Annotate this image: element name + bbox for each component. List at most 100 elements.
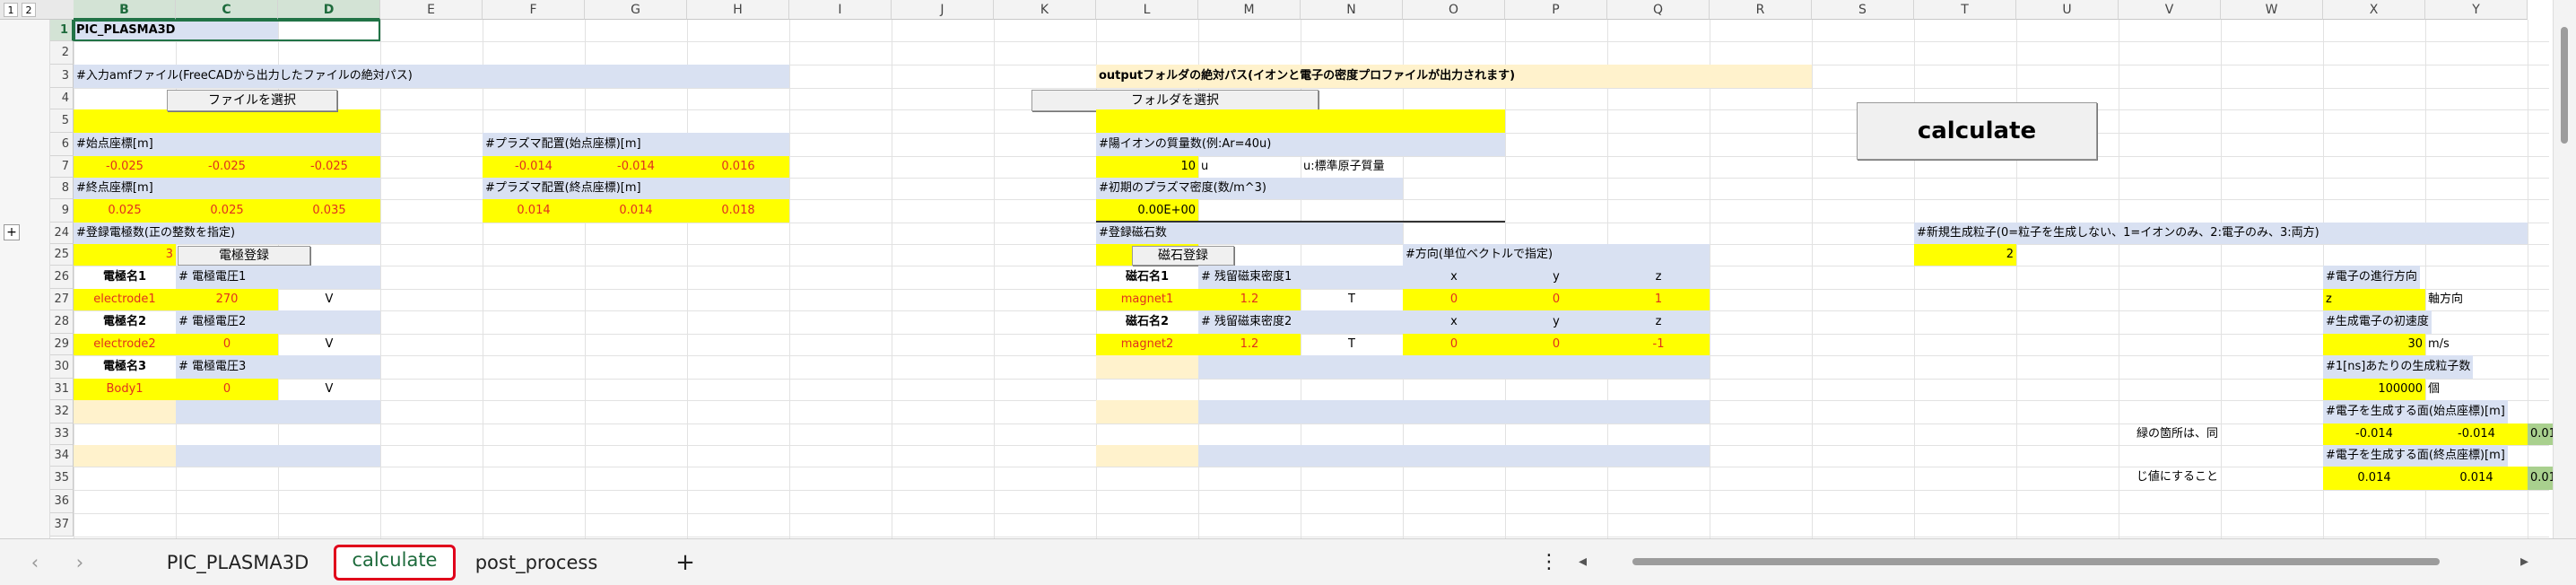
electron-rate-value[interactable]: 100000 bbox=[2323, 379, 2425, 400]
empty-peach-cell[interactable] bbox=[74, 400, 176, 423]
electrode-volt-1[interactable]: 270 bbox=[176, 289, 278, 310]
end-coord-2[interactable]: 0.035 bbox=[278, 199, 380, 223]
start-coord-2[interactable]: -0.025 bbox=[278, 156, 380, 178]
magnet-name-1[interactable]: magnet1 bbox=[1096, 289, 1198, 310]
plasma-end-label-cell[interactable]: #プラズマ配置(終点座標)[m] bbox=[483, 178, 789, 199]
row-header-29[interactable]: 29 bbox=[50, 334, 74, 355]
row-header-25[interactable]: 25 bbox=[50, 244, 74, 266]
row-header-34[interactable]: 34 bbox=[50, 445, 74, 467]
end-label-cell[interactable]: #終点座標[m] bbox=[74, 178, 380, 199]
magnet-dir-z-1[interactable]: 1 bbox=[1607, 289, 1710, 310]
tab-next-arrow-icon[interactable]: › bbox=[66, 546, 93, 579]
output-label-cell[interactable]: outputフォルダの絶対パス(イオンと電子の密度プロファイルが出力されます) bbox=[1096, 65, 1812, 88]
density-value[interactable]: 0.00E+00 bbox=[1096, 199, 1198, 223]
column-header-X[interactable]: X bbox=[2323, 0, 2425, 20]
column-header-I[interactable]: I bbox=[789, 0, 892, 20]
column-header-C[interactable]: C bbox=[176, 0, 278, 20]
density-label-cell[interactable]: #初期のプラズマ密度(数/m^3) bbox=[1096, 178, 1403, 199]
column-header-T[interactable]: T bbox=[1914, 0, 2016, 20]
row-header-3[interactable]: 3 bbox=[50, 65, 74, 88]
calculate-button[interactable]: calculate bbox=[1857, 102, 2097, 160]
magnets-label-cell[interactable]: #登録磁石数 bbox=[1096, 223, 1403, 244]
magnet-dir-y-2[interactable]: 0 bbox=[1505, 334, 1607, 355]
more-options-icon[interactable]: ⋮ bbox=[1536, 546, 1562, 579]
tab-prev-arrow-icon[interactable]: ‹ bbox=[22, 546, 48, 579]
spreadsheet-grid[interactable]: 12+ABCDEFGHIJKLMNOPQRSTUVWXY123456789242… bbox=[0, 0, 2576, 538]
electron-rate-label[interactable]: #1[ns]あたりの生成粒子数 bbox=[2323, 355, 2474, 379]
empty-band-cell[interactable] bbox=[1198, 355, 1710, 379]
magnet-dir-x-2[interactable]: 0 bbox=[1403, 334, 1505, 355]
electrode-name-2[interactable]: electrode2 bbox=[74, 334, 176, 355]
start-label-cell[interactable]: #始点座標[m] bbox=[74, 133, 380, 156]
row-header-24[interactable]: 24 bbox=[50, 223, 74, 244]
electron-speed-label[interactable]: #生成電子の初速度 bbox=[2323, 310, 2432, 334]
end-coord-1[interactable]: 0.025 bbox=[176, 199, 278, 223]
magnet-name-2[interactable]: magnet2 bbox=[1096, 334, 1198, 355]
column-header-S[interactable]: S bbox=[1812, 0, 1914, 20]
tab-pic-plasma3d[interactable]: PIC_PLASMA3D bbox=[152, 546, 323, 579]
column-header-R[interactable]: R bbox=[1710, 0, 1812, 20]
magnet-field-1[interactable]: 1.2 bbox=[1198, 289, 1301, 310]
electron-direction-label[interactable]: #電子の進行方向 bbox=[2323, 266, 2420, 289]
outline-level-1-button[interactable]: 1 bbox=[4, 3, 18, 17]
folder-select-button[interactable]: フォルダを選択 bbox=[1031, 90, 1318, 111]
empty-peach-cell[interactable] bbox=[1096, 400, 1198, 423]
row-header-36[interactable]: 36 bbox=[50, 490, 74, 513]
magnet-dir-x-1[interactable]: 0 bbox=[1403, 289, 1505, 310]
amf-label-cell[interactable]: #入力amfファイル(FreeCADから出力したファイルの絶対パス) bbox=[74, 65, 789, 88]
row-header-31[interactable]: 31 bbox=[50, 379, 74, 400]
electron-end-label[interactable]: #電子を生成する面(終点座標)[m] bbox=[2323, 445, 2508, 467]
file-select-button[interactable]: ファイルを選択 bbox=[167, 90, 337, 111]
magnet-field-2[interactable]: 1.2 bbox=[1198, 334, 1301, 355]
column-header-N[interactable]: N bbox=[1301, 0, 1403, 20]
empty-band-cell[interactable] bbox=[176, 445, 380, 467]
electron-start-label[interactable]: #電子を生成する面(始点座標)[m] bbox=[2323, 400, 2508, 423]
vertical-scrollbar[interactable] bbox=[2553, 0, 2576, 538]
row-header-6[interactable]: 6 bbox=[50, 133, 74, 156]
row-header-28[interactable]: 28 bbox=[50, 310, 74, 334]
column-header-J[interactable]: J bbox=[892, 0, 994, 20]
column-header-B[interactable]: B bbox=[74, 0, 176, 20]
electrode-register-button[interactable]: 電極登録 bbox=[178, 246, 310, 266]
electrodes-label-cell[interactable]: #登録電極数(正の整数を指定) bbox=[74, 223, 380, 244]
empty-peach-cell[interactable] bbox=[1096, 355, 1198, 379]
electrode-volt-3[interactable]: 0 bbox=[176, 379, 278, 400]
column-header-H[interactable]: H bbox=[687, 0, 789, 20]
column-header-U[interactable]: U bbox=[2016, 0, 2119, 20]
electron-direction-value[interactable]: z bbox=[2323, 289, 2425, 310]
row-header-2[interactable]: 2 bbox=[50, 41, 74, 65]
ion-mass-label-cell[interactable]: #陽イオンの質量数(例:Ar=40u) bbox=[1096, 133, 1505, 156]
vertical-scroll-thumb[interactable] bbox=[2561, 27, 2568, 144]
plasma-start-coord-2[interactable]: 0.016 bbox=[687, 156, 789, 178]
column-header-O[interactable]: O bbox=[1403, 0, 1505, 20]
direction-label-cell[interactable]: #方向(単位ベクトルで指定) bbox=[1403, 244, 1710, 266]
expand-group-icon[interactable]: + bbox=[4, 224, 20, 240]
column-header-K[interactable]: K bbox=[994, 0, 1096, 20]
electrode-name-3[interactable]: Body1 bbox=[74, 379, 176, 400]
electron-start-x[interactable]: -0.014 bbox=[2323, 423, 2425, 445]
row-header-9[interactable]: 9 bbox=[50, 199, 74, 223]
row-header-30[interactable]: 30 bbox=[50, 355, 74, 379]
electron-speed-value[interactable]: 30 bbox=[2323, 334, 2425, 355]
plasma-end-coord-1[interactable]: 0.014 bbox=[585, 199, 687, 223]
row-header-33[interactable]: 33 bbox=[50, 423, 74, 445]
scroll-left-icon[interactable]: ◂ bbox=[1579, 552, 1600, 572]
amf-path-cell[interactable] bbox=[74, 109, 380, 133]
electron-start-y[interactable]: -0.014 bbox=[2425, 423, 2528, 445]
horizontal-scroll-thumb[interactable] bbox=[1632, 558, 2440, 565]
column-header-E[interactable]: E bbox=[380, 0, 483, 20]
add-sheet-icon[interactable]: + bbox=[667, 546, 703, 579]
empty-band-cell[interactable] bbox=[176, 400, 380, 423]
tab-calculate[interactable]: calculate bbox=[334, 545, 456, 581]
empty-band-cell[interactable] bbox=[1198, 445, 1710, 467]
row-header-5[interactable]: 5 bbox=[50, 109, 74, 133]
row-header-4[interactable]: 4 bbox=[50, 88, 74, 109]
output-path-cell[interactable] bbox=[1096, 109, 1505, 133]
column-header-W[interactable]: W bbox=[2221, 0, 2323, 20]
new-particle-value[interactable]: 2 bbox=[1914, 244, 2016, 266]
start-coord-0[interactable]: -0.025 bbox=[74, 156, 176, 178]
end-coord-0[interactable]: 0.025 bbox=[74, 199, 176, 223]
electrode-volt-2[interactable]: 0 bbox=[176, 334, 278, 355]
column-header-D[interactable]: D bbox=[278, 0, 380, 20]
plasma-start-coord-1[interactable]: -0.014 bbox=[585, 156, 687, 178]
